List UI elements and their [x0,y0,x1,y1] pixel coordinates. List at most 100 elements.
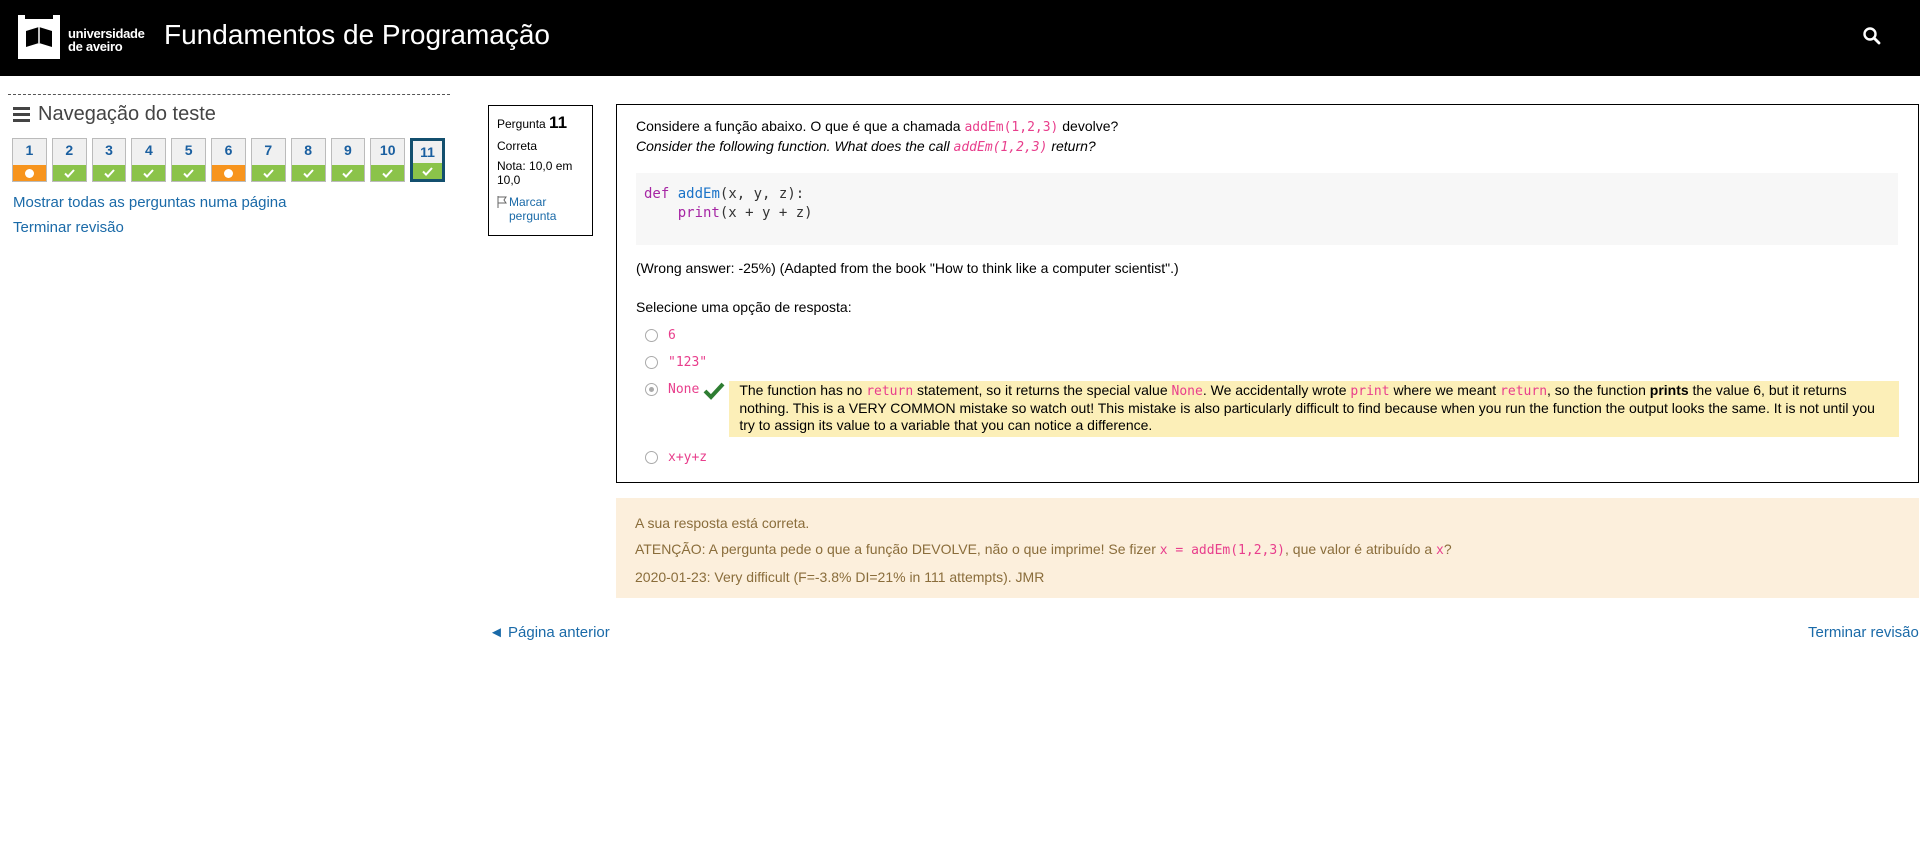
code-body: (x + y + z) [719,205,813,221]
feedback-text: statement, so it returns the special val… [913,382,1172,398]
question-nav-button-1[interactable]: 1 [12,138,47,182]
flag-question-button[interactable]: Marcar pergunta [497,195,584,223]
answer-label[interactable]: "123" [668,354,707,371]
code-keyword: def [644,186,670,202]
check-icon [291,165,325,181]
question-nav-number: 7 [264,142,273,158]
question-info: Pergunta 11 Correta Nota: 10,0 em 10,0 M… [488,105,593,236]
show-all-questions-link[interactable]: Mostrar todas as perguntas numa página [13,194,450,211]
question-nav-button-3[interactable]: 3 [91,138,127,182]
question-text-pt-part: Considere a função abaixo. O que é que a… [636,118,965,134]
university-name: universidade de aveiro [68,27,145,53]
question-nav-number: 3 [105,142,113,158]
feedback-text: prints [1649,382,1689,398]
question-nav-number: 8 [304,142,312,158]
inline-code: x = addEm(1,2,3) [1159,543,1286,558]
quiz-navigation-title: Navegação do teste [38,103,216,125]
feedback-text: , so the function [1547,382,1650,398]
answer-option: 6 [636,327,1899,344]
answer-prompt: Selecione uma opção de resposta: [636,299,852,315]
question-nav-number: 5 [184,142,193,158]
outcome-line: ATENÇÃO: A pergunta pede o que a função … [635,536,1900,564]
partial-dot-icon [212,165,245,181]
quiz-navigation-block: Navegação do teste 1 2 3 4 5 6 7 8 9 10 11 Mostrar… [8,94,450,236]
check-icon [52,165,86,181]
answer-radio[interactable] [645,451,658,464]
outcome-text: ? [1443,541,1452,557]
logo-line-2: de aveiro [68,39,123,54]
question-nav-number: 1 [25,142,34,158]
check-icon [172,165,206,181]
code-params: (x, y, z): [719,186,805,202]
question-nav-button-5[interactable]: 5 [171,138,207,182]
quiz-navigation-heading: Navegação do teste [8,103,450,126]
university-logo-icon[interactable] [18,15,60,59]
question-nav-button-4[interactable]: 4 [131,138,167,182]
outcome-line: 2020-01-23: Very difficult (F=-3.8% DI=2… [635,569,1045,585]
question-text-en-part: return? [1047,138,1096,154]
answer-option: x+y+z [636,449,1899,466]
question-nav-button-8[interactable]: 8 [290,138,326,182]
answer-radio[interactable] [645,329,658,342]
question-nav-button-11[interactable]: 11 [410,138,445,182]
inline-code: addEm(1,2,3) [964,120,1059,135]
search-icon[interactable] [1862,26,1882,46]
question-number: Pergunta 11 [497,113,584,133]
code-keyword: print [677,205,720,221]
outcome-feedback: A sua resposta está correta. ATENÇÃO: A … [616,498,1919,598]
question-grade: Nota: 10,0 em 10,0 [497,159,573,187]
inline-code: print [1350,384,1390,399]
question-nav-button-10[interactable]: 10 [370,138,406,182]
menu-icon [13,107,30,122]
outcome-text: ATENÇÃO: A pergunta pede o que a função … [635,541,1160,557]
flag-icon [497,196,507,208]
previous-page-link[interactable]: ◄ Página anterior [489,624,610,641]
answer-label[interactable]: x+y+z [668,449,707,466]
question-nav-button-6[interactable]: 6 [211,138,246,182]
answer-label[interactable]: 6 [668,327,676,344]
answer-radio[interactable] [645,356,658,369]
check-icon [413,163,442,179]
divider [8,94,450,95]
code-block: def addEm(x, y, z): print(x + y + z) [636,173,1898,245]
answer-label[interactable]: None [668,381,699,398]
question-text-pt-part: devolve? [1058,118,1119,134]
check-icon [132,165,166,181]
question-nav-number: 2 [65,142,74,158]
feedback-text: The function has no [739,382,867,398]
correct-check-icon [703,382,725,403]
finish-review-link[interactable]: Terminar revisão [13,219,450,236]
question-nav-button-2[interactable]: 2 [51,138,87,182]
inline-code: x [1436,543,1444,558]
answer-option: None The function has no return statement… [636,381,1899,437]
question-nav-number: 11 [420,144,435,160]
inline-code: None [1171,384,1203,399]
feedback-text: where we meant [1389,382,1501,398]
answer-options: 6 "123" None The function has no return sta… [636,327,1899,466]
finish-review-bottom-link[interactable]: Terminar revisão [1808,624,1919,641]
question-nav-button-7[interactable]: 7 [250,138,286,182]
outcome-text: , que valor é atribuído a [1285,541,1437,557]
answer-radio[interactable] [645,383,658,396]
outcome-line: A sua resposta está correta. [635,515,810,531]
code-function-name: addEm [677,186,720,202]
answer-option: "123" [636,354,1899,371]
question-number-value: 11 [549,113,568,132]
inline-code: addEm(1,2,3) [953,140,1048,155]
question-nav-number: 4 [144,142,153,158]
question-text-en-part: Consider the following function. What do… [636,138,954,154]
question-note: (Wrong answer: -25%) (Adapted from the b… [636,260,1179,276]
check-icon [251,165,285,181]
inline-code: return [866,384,914,399]
top-navbar: universidade de aveiro Fundamentos de Pr… [0,0,1920,76]
partial-dot-icon [13,165,46,181]
check-icon [371,165,405,181]
feedback-text: . We accidentally wrote [1202,382,1351,398]
check-icon [92,165,126,181]
question-nav-number: 9 [344,142,352,158]
specific-feedback: The function has no return statement, so… [729,381,1899,437]
question-buttons: 1 2 3 4 5 6 7 8 9 10 11 [12,138,450,182]
question-nav-button-9[interactable]: 9 [330,138,366,182]
question-text-pt: Considere a função abaixo. O que é que a… [636,117,1899,137]
course-title[interactable]: Fundamentos de Programação [164,18,550,52]
